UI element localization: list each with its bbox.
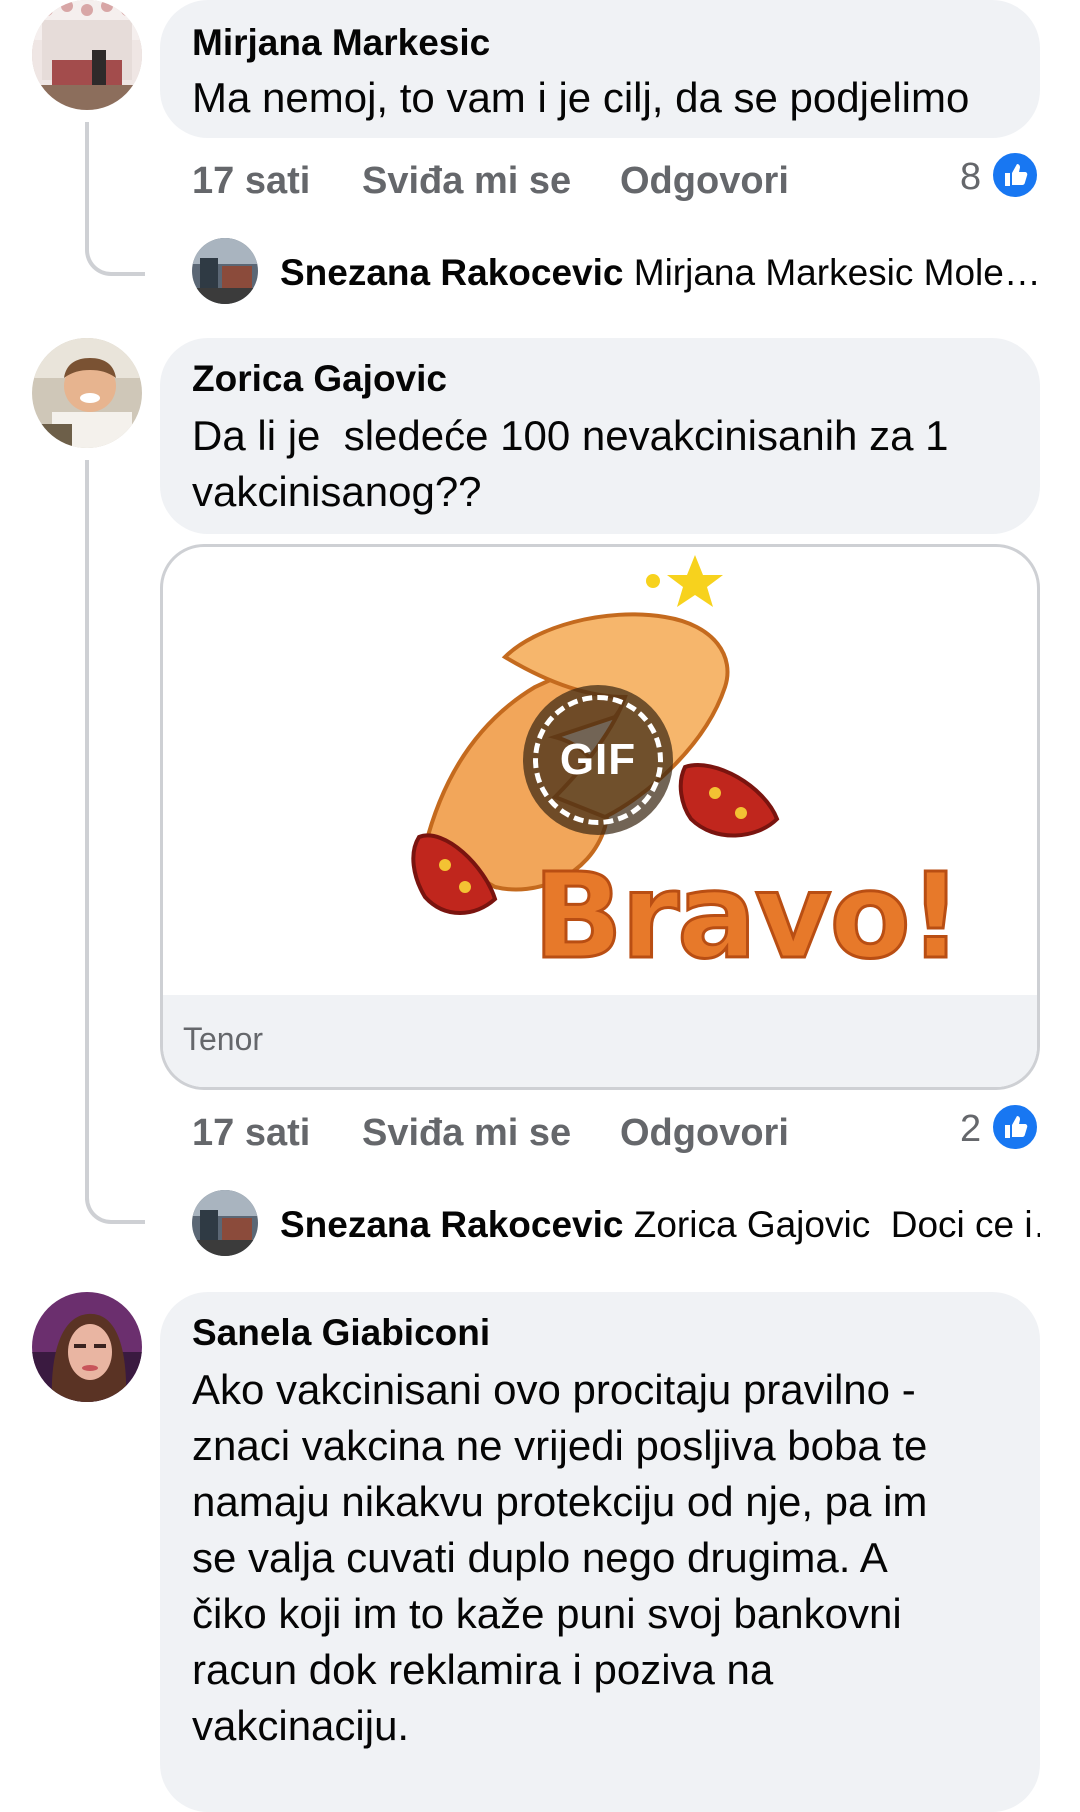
comment-text-line: Ako vakcinisani ovo procitaju pravilno - xyxy=(192,1366,916,1413)
thread-hook xyxy=(85,212,145,276)
gif-play-badge[interactable]: GIF xyxy=(523,685,673,835)
comment-text-line: vakcinaciju. xyxy=(192,1702,410,1749)
avatar-photo-icon xyxy=(192,238,258,304)
thread-hook xyxy=(85,1160,145,1224)
reply-author: Snezana Rakocevic xyxy=(280,252,624,293)
reply-preview[interactable]: Snezana Rakocevic Zorica Gajovic Doci ce… xyxy=(280,1204,1040,1246)
avatar-photo-icon xyxy=(32,338,142,448)
avatar-photo-icon xyxy=(32,0,142,110)
thread-line xyxy=(85,460,89,1200)
avatar[interactable] xyxy=(32,338,142,448)
comment-text: Ma nemoj, to vam i je cilj, da se podjel… xyxy=(192,74,970,121)
reaction-count[interactable]: 2 xyxy=(960,1108,981,1151)
comment-text-line: Da li je sledeće 100 nevakcinisanih za 1 xyxy=(192,412,949,459)
like-button[interactable]: Sviđa mi se xyxy=(362,1112,571,1155)
reply-button[interactable]: Odgovori xyxy=(620,160,789,203)
comment-text-line: namaju nikakvu protekciju od nje, pa im xyxy=(192,1478,928,1525)
comment-text-line: čiko koji im to kaže puni svoj bankovni xyxy=(192,1590,902,1637)
comment-author[interactable]: Sanela Giabiconi xyxy=(192,1312,490,1354)
thumbs-up-icon[interactable] xyxy=(990,1102,1040,1152)
comment-time[interactable]: 17 sati xyxy=(192,1112,310,1155)
avatar[interactable] xyxy=(32,1292,142,1402)
gif-source[interactable]: Tenor xyxy=(183,1021,263,1058)
comment-author[interactable]: Mirjana Markesic xyxy=(192,22,490,64)
reply-avatar[interactable] xyxy=(192,1190,258,1256)
avatar-photo-icon xyxy=(32,1292,142,1402)
comment-text-line: racun dok reklamira i poziva na xyxy=(192,1646,774,1693)
comment-text-line: se valja cuvati duplo nego drugima. A xyxy=(192,1534,888,1581)
thumbs-up-icon[interactable] xyxy=(990,150,1040,200)
reply-text: Mirjana Markesic Mole… xyxy=(633,252,1040,293)
reply-author: Snezana Rakocevic xyxy=(280,1204,624,1245)
comment-author[interactable]: Zorica Gajovic xyxy=(192,358,447,400)
reply-text: Zorica Gajovic Doci ce i… xyxy=(633,1204,1040,1245)
reply-preview[interactable]: Snezana Rakocevic Mirjana Markesic Mole… xyxy=(280,252,1040,294)
reply-avatar[interactable] xyxy=(192,238,258,304)
avatar-photo-icon xyxy=(192,1190,258,1256)
like-button[interactable]: Sviđa mi se xyxy=(362,160,571,203)
avatar[interactable] xyxy=(32,0,142,110)
gif-footer: Tenor xyxy=(163,995,1037,1087)
comment-text-line: znaci vakcina ne vrijedi posljiva boba t… xyxy=(192,1422,928,1469)
gif-badge-label: GIF xyxy=(559,735,637,784)
comment-time[interactable]: 17 sati xyxy=(192,160,310,203)
reply-button[interactable]: Odgovori xyxy=(620,1112,789,1155)
gif-attachment[interactable]: Bravo! GIF Tenor xyxy=(160,544,1040,1090)
gif-caption: Bravo! xyxy=(532,846,965,987)
comment-text-line: vakcinisanog?? xyxy=(192,468,482,515)
reaction-count[interactable]: 8 xyxy=(960,156,981,199)
